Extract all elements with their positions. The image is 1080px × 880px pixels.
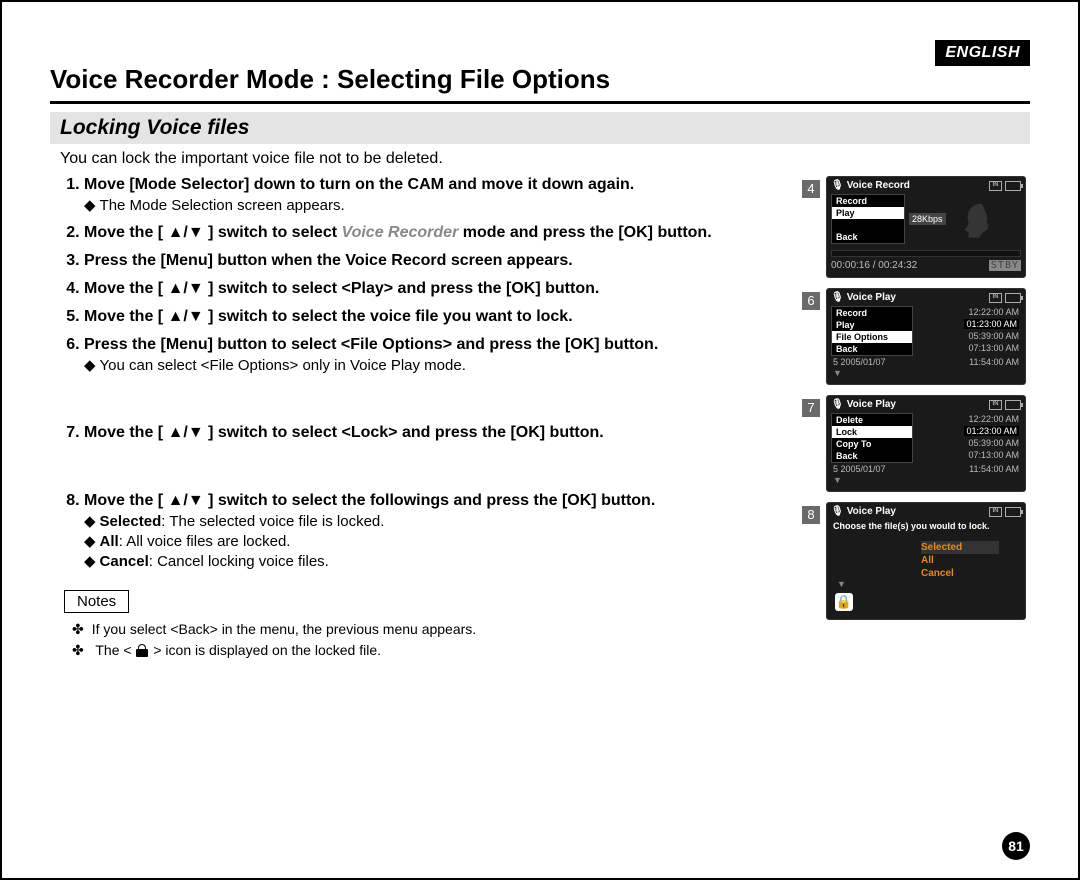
step-2: Move the [ ▲/▼ ] switch to select Voice … — [84, 224, 790, 242]
step-7: Move the [ ▲/▼ ] switch to select <Lock>… — [84, 424, 790, 442]
menu-file-options: Record Play File Options Back — [831, 306, 913, 356]
step-3: Press the [Menu] button when the Voice R… — [84, 252, 790, 270]
stby-badge: STBY — [989, 260, 1021, 271]
card-icon: IN — [989, 181, 1002, 191]
step-5: Move the [ ▲/▼ ] switch to select the vo… — [84, 308, 790, 326]
menu-item-play: Play — [832, 207, 904, 219]
menu-lock: Delete Lock Copy To Back — [831, 413, 913, 463]
page-number: 81 — [1002, 832, 1030, 860]
thumb-number-6: 6 — [802, 292, 820, 310]
instructions-column: Move [Mode Selector] down to turn on the… — [50, 176, 802, 663]
manual-page: ENGLISH Voice Recorder Mode : Selecting … — [0, 0, 1080, 880]
note-1: If you select <Back> in the menu, the pr… — [72, 621, 790, 638]
notes-list: If you select <Back> in the menu, the pr… — [50, 621, 790, 659]
menu-item-file-options: File Options — [832, 331, 912, 343]
section-subtitle-bar: Locking Voice files — [50, 112, 1030, 144]
mic-icon — [831, 180, 847, 191]
language-tab: ENGLISH — [935, 40, 1030, 66]
screen-voice-record: Voice Record IN Record Play Back 28Kbps — [826, 176, 1026, 278]
intro-text: You can lock the important voice file no… — [60, 150, 1030, 168]
page-title: Voice Recorder Mode : Selecting File Opt… — [50, 64, 1030, 104]
menu-voice-record: Record Play Back — [831, 194, 905, 244]
section-subtitle: Locking Voice files — [60, 116, 249, 139]
step-8: Move the [ ▲/▼ ] switch to select the fo… — [84, 492, 790, 570]
notes-heading: Notes — [64, 590, 129, 613]
option-selected: Selected — [921, 541, 999, 554]
step-1: Move [Mode Selector] down to turn on the… — [84, 176, 790, 214]
lock-icon — [135, 644, 149, 658]
step-4: Move the [ ▲/▼ ] switch to select <Play>… — [84, 280, 790, 298]
thumb-number-8: 8 — [802, 506, 820, 524]
option-all: All — [921, 554, 999, 567]
thumbnails-column: 4 Voice Record IN Record Play Back 28Kbp… — [802, 176, 1030, 630]
choose-prompt: Choose the file(s) you would to lock. — [833, 521, 1019, 533]
screen-voice-play-choose: Voice Play IN Choose the file(s) you wou… — [826, 502, 1026, 620]
step-6: Press the [Menu] button to select <File … — [84, 336, 790, 374]
thumb-number-4: 4 — [802, 180, 820, 198]
bitrate-badge: 28Kbps — [909, 213, 946, 225]
menu-item-lock: Lock — [832, 426, 912, 438]
lock-icon: 🔒 — [835, 593, 853, 611]
thumb-number-7: 7 — [802, 399, 820, 417]
note-2: The < > icon is displayed on the locked … — [72, 642, 790, 659]
option-cancel: Cancel — [921, 567, 999, 580]
scroll-down-icon: ▼ — [831, 368, 1021, 378]
head-profile-icon — [950, 197, 994, 241]
screen-voice-play-lock: Voice Play IN Delete Lock Copy To Back 1… — [826, 395, 1026, 492]
screen-voice-play-menu: Voice Play IN Record Play File Options B… — [826, 288, 1026, 385]
battery-icon — [1005, 181, 1021, 191]
